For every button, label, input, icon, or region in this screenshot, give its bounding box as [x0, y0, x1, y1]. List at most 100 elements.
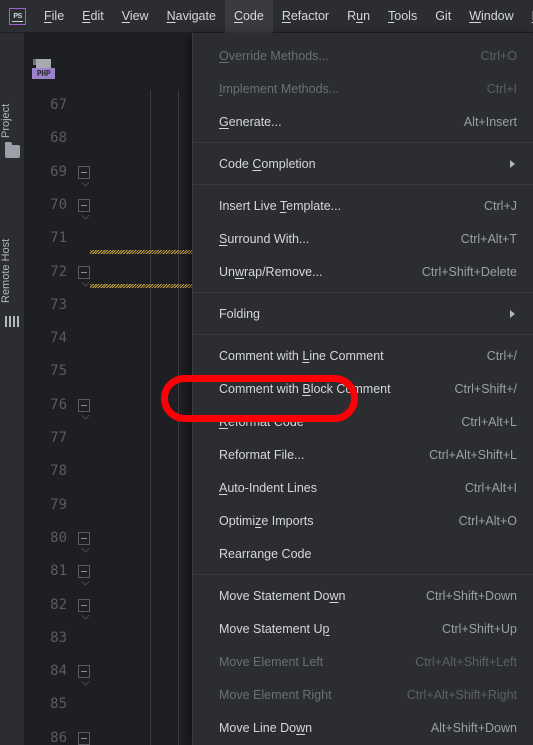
menu-item-comment-with-block-comment[interactable]: Comment with Block Comment Ctrl+Shift+/ — [193, 372, 533, 405]
menu-item-label: Move Statement Up — [219, 621, 330, 636]
line-number: 71 — [50, 230, 67, 247]
line-number: 67 — [50, 97, 67, 113]
menu-item-shortcut: Ctrl+Shift+Delete — [421, 264, 517, 279]
menubar-item-code[interactable]: Code — [224, 0, 273, 33]
menu-item-shortcut: Ctrl+Shift+/ — [454, 381, 517, 396]
menubar-item-label: Code — [233, 8, 264, 23]
indent-guide — [178, 90, 179, 745]
menu-item-shortcut: Ctrl+Alt+Shift+Left — [415, 654, 517, 669]
line-number: 76 — [50, 396, 67, 413]
menu-item-move-statement-down[interactable]: Move Statement Down Ctrl+Shift+Down — [193, 579, 533, 612]
menu-item-label: Move Line Down — [219, 720, 313, 735]
menu-item-shortcut: Ctrl+Shift+Up — [441, 621, 517, 636]
line-number: 84 — [50, 663, 67, 680]
fold-collapse-icon[interactable] — [78, 398, 90, 412]
fold-collapse-icon[interactable] — [78, 565, 90, 579]
menu-item-unwrap-remove[interactable]: Unwrap/Remove... Ctrl+Shift+Delete — [193, 255, 533, 288]
menubar-item-label: View — [121, 8, 149, 23]
menubar-item-help[interactable]: Help — [523, 0, 533, 33]
menu-item-comment-with-line-comment[interactable]: Comment with Line Comment Ctrl+/ — [193, 339, 533, 372]
menu-item-insert-live-template[interactable]: Insert Live Template... Ctrl+J — [193, 189, 533, 222]
menu-item-label: Code Completion — [219, 156, 316, 171]
indent-guide — [150, 90, 151, 745]
line-number: 82 — [50, 596, 67, 613]
menubar-item-label: Run — [347, 8, 371, 23]
line-number: 70 — [50, 196, 67, 213]
sidebar-item-remote-host[interactable]: Remote Host — [0, 208, 25, 303]
menu-item-label: Optimize Imports — [219, 513, 314, 528]
menu-item-label: Insert Live Template... — [219, 198, 342, 213]
menu-item-shortcut: Ctrl+Alt+Shift+L — [429, 447, 517, 462]
menubar-item-view[interactable]: View — [113, 0, 158, 33]
line-number: 69 — [50, 163, 67, 180]
menu-item-shortcut: Ctrl+Alt+L — [461, 414, 517, 429]
menu-item-optimize-imports[interactable]: Optimize Imports Ctrl+Alt+O — [193, 504, 533, 537]
menu-item-label: Override Methods... — [219, 48, 329, 63]
sidebar-item-project[interactable]: Project — [0, 78, 25, 138]
menubar-item-label: Window — [469, 8, 514, 23]
fold-collapse-icon[interactable] — [78, 665, 90, 679]
fold-collapse-icon[interactable] — [78, 265, 90, 279]
menu-item-label: Comment with Line Comment — [219, 348, 384, 363]
menu-item-shortcut: Ctrl+Alt+I — [464, 480, 517, 495]
app-logo-text: PS — [13, 12, 22, 20]
fold-collapse-icon[interactable] — [78, 198, 90, 212]
menu-item-rearrange-code[interactable]: Rearrange Code — [193, 537, 533, 570]
php-file-icon[interactable]: PHP — [29, 59, 57, 83]
php-badge: PHP — [32, 68, 55, 79]
menu-item-move-statement-up[interactable]: Move Statement Up Ctrl+Shift+Up — [193, 612, 533, 645]
menubar-item-navigate[interactable]: Navigate — [158, 0, 225, 33]
menu-separator — [193, 292, 533, 293]
menu-separator — [193, 142, 533, 143]
app-logo-icon: PS — [9, 7, 26, 25]
menu-separator — [193, 574, 533, 575]
line-number: 81 — [50, 563, 67, 580]
line-number: 86 — [50, 729, 67, 745]
menubar-item-tools[interactable]: Tools — [379, 0, 426, 33]
menubar-item-file[interactable]: File — [35, 0, 73, 33]
menu-item-move-element-right: Move Element Right Ctrl+Alt+Shift+Right — [193, 678, 533, 711]
menubar-item-git[interactable]: Git — [426, 0, 460, 33]
tool-sidebar: Project Remote Host — [0, 33, 25, 745]
menu-item-label: Auto-Indent Lines — [219, 480, 317, 495]
menu-item-shortcut: Ctrl+Alt+O — [458, 513, 517, 528]
menubar-item-label: File — [44, 8, 65, 23]
menu-item-label: Generate... — [219, 114, 282, 129]
menu-item-label: Implement Methods... — [219, 81, 340, 96]
fold-collapse-icon[interactable] — [78, 165, 90, 179]
menu-item-reformat-code[interactable]: Reformat Code Ctrl+Alt+L — [193, 405, 533, 438]
ide-window: PS File Edit View Navigate Code Refactor Run To… — [0, 0, 533, 745]
menu-item-shortcut: Ctrl+I — [486, 81, 517, 96]
menu-item-implement-methods: Implement Methods... Ctrl+I — [193, 72, 533, 105]
menu-item-reformat-file[interactable]: Reformat File... Ctrl+Alt+Shift+L — [193, 438, 533, 471]
menu-item-move-line-down[interactable]: Move Line Down Alt+Shift+Down — [193, 711, 533, 744]
menubar-item-run[interactable]: Run — [338, 0, 379, 33]
line-number: 80 — [50, 529, 67, 546]
menu-item-shortcut: Ctrl+O — [480, 48, 517, 63]
menu-item-surround-with[interactable]: Surround With... Ctrl+Alt+T — [193, 222, 533, 255]
menubar-item-edit[interactable]: Edit — [73, 0, 113, 33]
menu-item-generate[interactable]: Generate... Alt+Insert — [193, 105, 533, 138]
menu-item-shortcut: Ctrl+Alt+T — [460, 231, 517, 246]
app-logo-underline — [12, 20, 23, 22]
menu-item-auto-indent-lines[interactable]: Auto-Indent Lines Ctrl+Alt+I — [193, 471, 533, 504]
fold-collapse-icon[interactable] — [78, 531, 90, 545]
fold-collapse-icon[interactable] — [78, 731, 90, 745]
line-number: 85 — [50, 696, 67, 713]
remote-host-icon[interactable] — [5, 316, 20, 327]
menubar-item-refactor[interactable]: Refactor — [273, 0, 338, 33]
menubar-item-window[interactable]: Window — [460, 0, 522, 33]
menu-item-shortcut: Alt+Shift+Down — [430, 720, 517, 735]
menu-item-code-completion[interactable]: Code Completion — [193, 147, 533, 180]
menu-item-shortcut: Ctrl+Shift+Down — [425, 588, 517, 603]
menu-item-folding[interactable]: Folding — [193, 297, 533, 330]
menu-item-label: Move Statement Down — [219, 588, 346, 603]
menu-item-label: Reformat Code — [219, 414, 304, 429]
menu-bar-items: File Edit View Navigate Code Refactor Run Tools… — [35, 0, 533, 33]
folder-icon[interactable] — [5, 142, 20, 158]
line-number: 79 — [50, 496, 67, 513]
fold-collapse-icon[interactable] — [78, 598, 90, 612]
menu-separator — [193, 184, 533, 185]
menu-item-label: Folding — [219, 306, 260, 321]
code-menu-dropdown[interactable]: Override Methods... Ctrl+O Implement Metho… — [192, 33, 533, 745]
